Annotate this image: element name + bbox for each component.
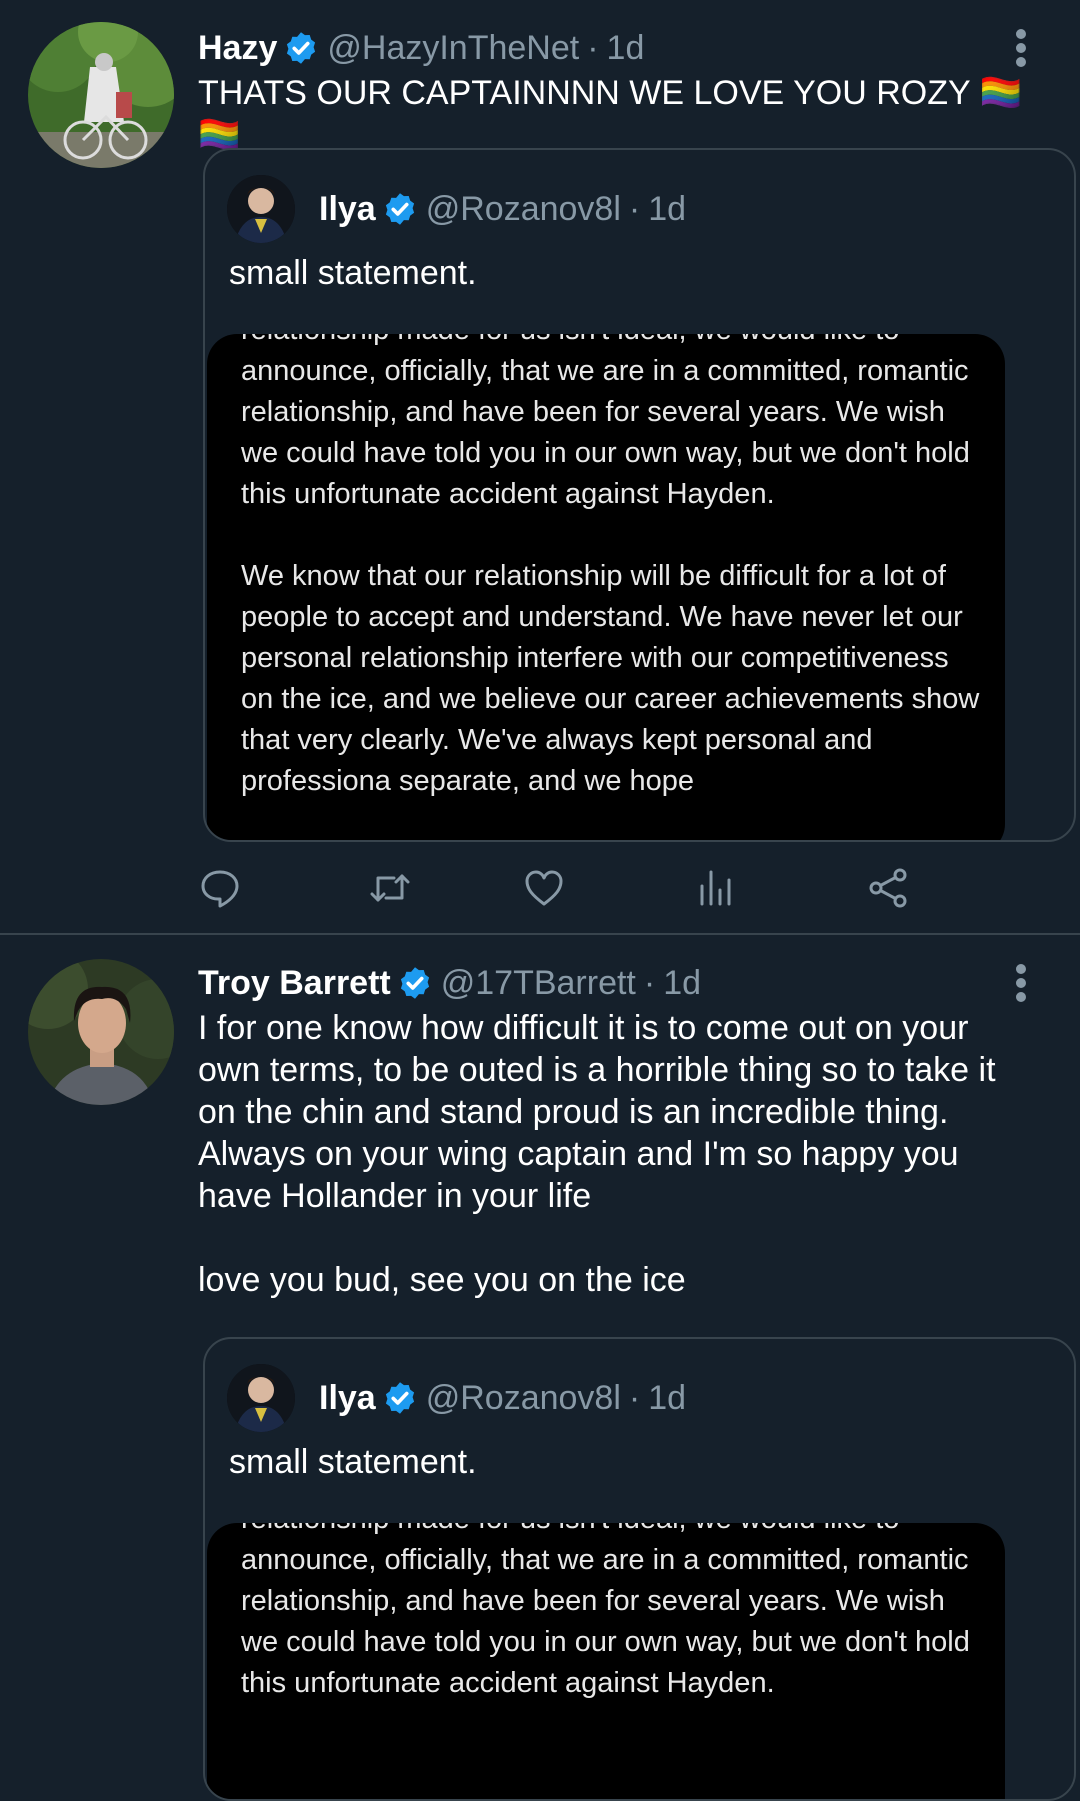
retweet-button[interactable] — [368, 866, 412, 910]
quoted-image[interactable]: relationship made for us isn't ideal, we… — [207, 1523, 1005, 1799]
reply-icon — [201, 870, 239, 908]
tweet-text: THATS OUR CAPTAINNNN WE LOVE YOU ROZY 🏳️… — [198, 74, 1022, 154]
quoted-avatar — [227, 1364, 295, 1432]
tweet[interactable]: Hazy @HazyInTheNet · 1d THATS OUR CAPTAI… — [0, 0, 1080, 935]
statement-text: relationship made for us isn't ideal, we… — [241, 334, 981, 840]
share-button[interactable] — [866, 866, 910, 910]
author-handle[interactable]: @17TBarrett — [441, 964, 636, 1003]
reply-button[interactable] — [198, 866, 242, 910]
analytics-icon — [700, 870, 731, 906]
quoted-timestamp[interactable]: 1d — [648, 1379, 686, 1418]
author-name[interactable]: Troy Barrett — [198, 964, 391, 1003]
quoted-avatar — [227, 175, 295, 243]
quoted-author-name[interactable]: Ilya — [319, 1379, 376, 1418]
more-vertical-icon[interactable] — [1014, 28, 1028, 68]
quoted-tweet[interactable]: Ilya @Rozanov8l · 1d small statement. re… — [203, 148, 1076, 842]
quoted-author-handle[interactable]: @Rozanov8l — [426, 1379, 621, 1418]
like-button[interactable] — [522, 866, 566, 910]
tweet-header: Troy Barrett @17TBarrett · 1d — [198, 963, 701, 1003]
author-name[interactable]: Hazy — [198, 29, 277, 68]
quoted-tweet-text: small statement. — [229, 1443, 477, 1481]
quoted-tweet-header: Ilya @Rozanov8l · 1d — [227, 1363, 686, 1433]
avatar[interactable] — [28, 22, 174, 168]
quoted-tweet[interactable]: Ilya @Rozanov8l · 1d small statement. re… — [203, 1337, 1076, 1801]
verified-badge-icon — [287, 32, 316, 64]
avatar[interactable] — [28, 959, 174, 1105]
verified-badge-icon — [400, 967, 429, 999]
analytics-button[interactable] — [694, 866, 738, 910]
more-vertical-icon[interactable] — [1014, 963, 1028, 1003]
quoted-image[interactable]: relationship made for us isn't ideal, we… — [207, 334, 1005, 840]
statement-paragraph: relationship made for us isn't ideal, we… — [241, 1523, 970, 1699]
separator-dot: · — [628, 189, 641, 228]
tweet-actions — [198, 866, 1038, 910]
separator-dot: · — [587, 28, 599, 67]
quoted-tweet-text: small statement. — [229, 254, 477, 292]
statement-text: relationship made for us isn't ideal, we… — [241, 1523, 981, 1745]
quoted-author-name[interactable]: Ilya — [319, 190, 376, 229]
quoted-author-handle[interactable]: @Rozanov8l — [426, 190, 621, 229]
tweet-header: Hazy @HazyInTheNet · 1d — [198, 28, 644, 68]
separator-dot: · — [628, 1378, 641, 1417]
tweet-text-second-paragraph: love you bud, see you on the ice — [198, 1261, 686, 1299]
quoted-timestamp[interactable]: 1d — [648, 190, 686, 229]
share-icon — [869, 868, 907, 908]
statement-paragraph: relationship made for us isn't ideal, we… — [241, 334, 970, 510]
tweet-text: I for one know how difficult it is to co… — [198, 1009, 996, 1215]
author-handle[interactable]: @HazyInTheNet — [327, 29, 579, 68]
separator-dot: · — [643, 963, 656, 1002]
tweet[interactable]: Troy Barrett @17TBarrett · 1d I for one … — [0, 935, 1080, 1801]
timestamp[interactable]: 1d — [663, 964, 701, 1003]
retweet-icon — [370, 874, 410, 902]
quoted-tweet-header: Ilya @Rozanov8l · 1d — [227, 174, 686, 244]
verified-badge-icon — [385, 193, 414, 225]
verified-badge-icon — [385, 1382, 414, 1414]
statement-paragraph: We know that our relationship will be di… — [241, 560, 980, 797]
like-icon — [525, 870, 563, 906]
timestamp[interactable]: 1d — [607, 29, 645, 68]
